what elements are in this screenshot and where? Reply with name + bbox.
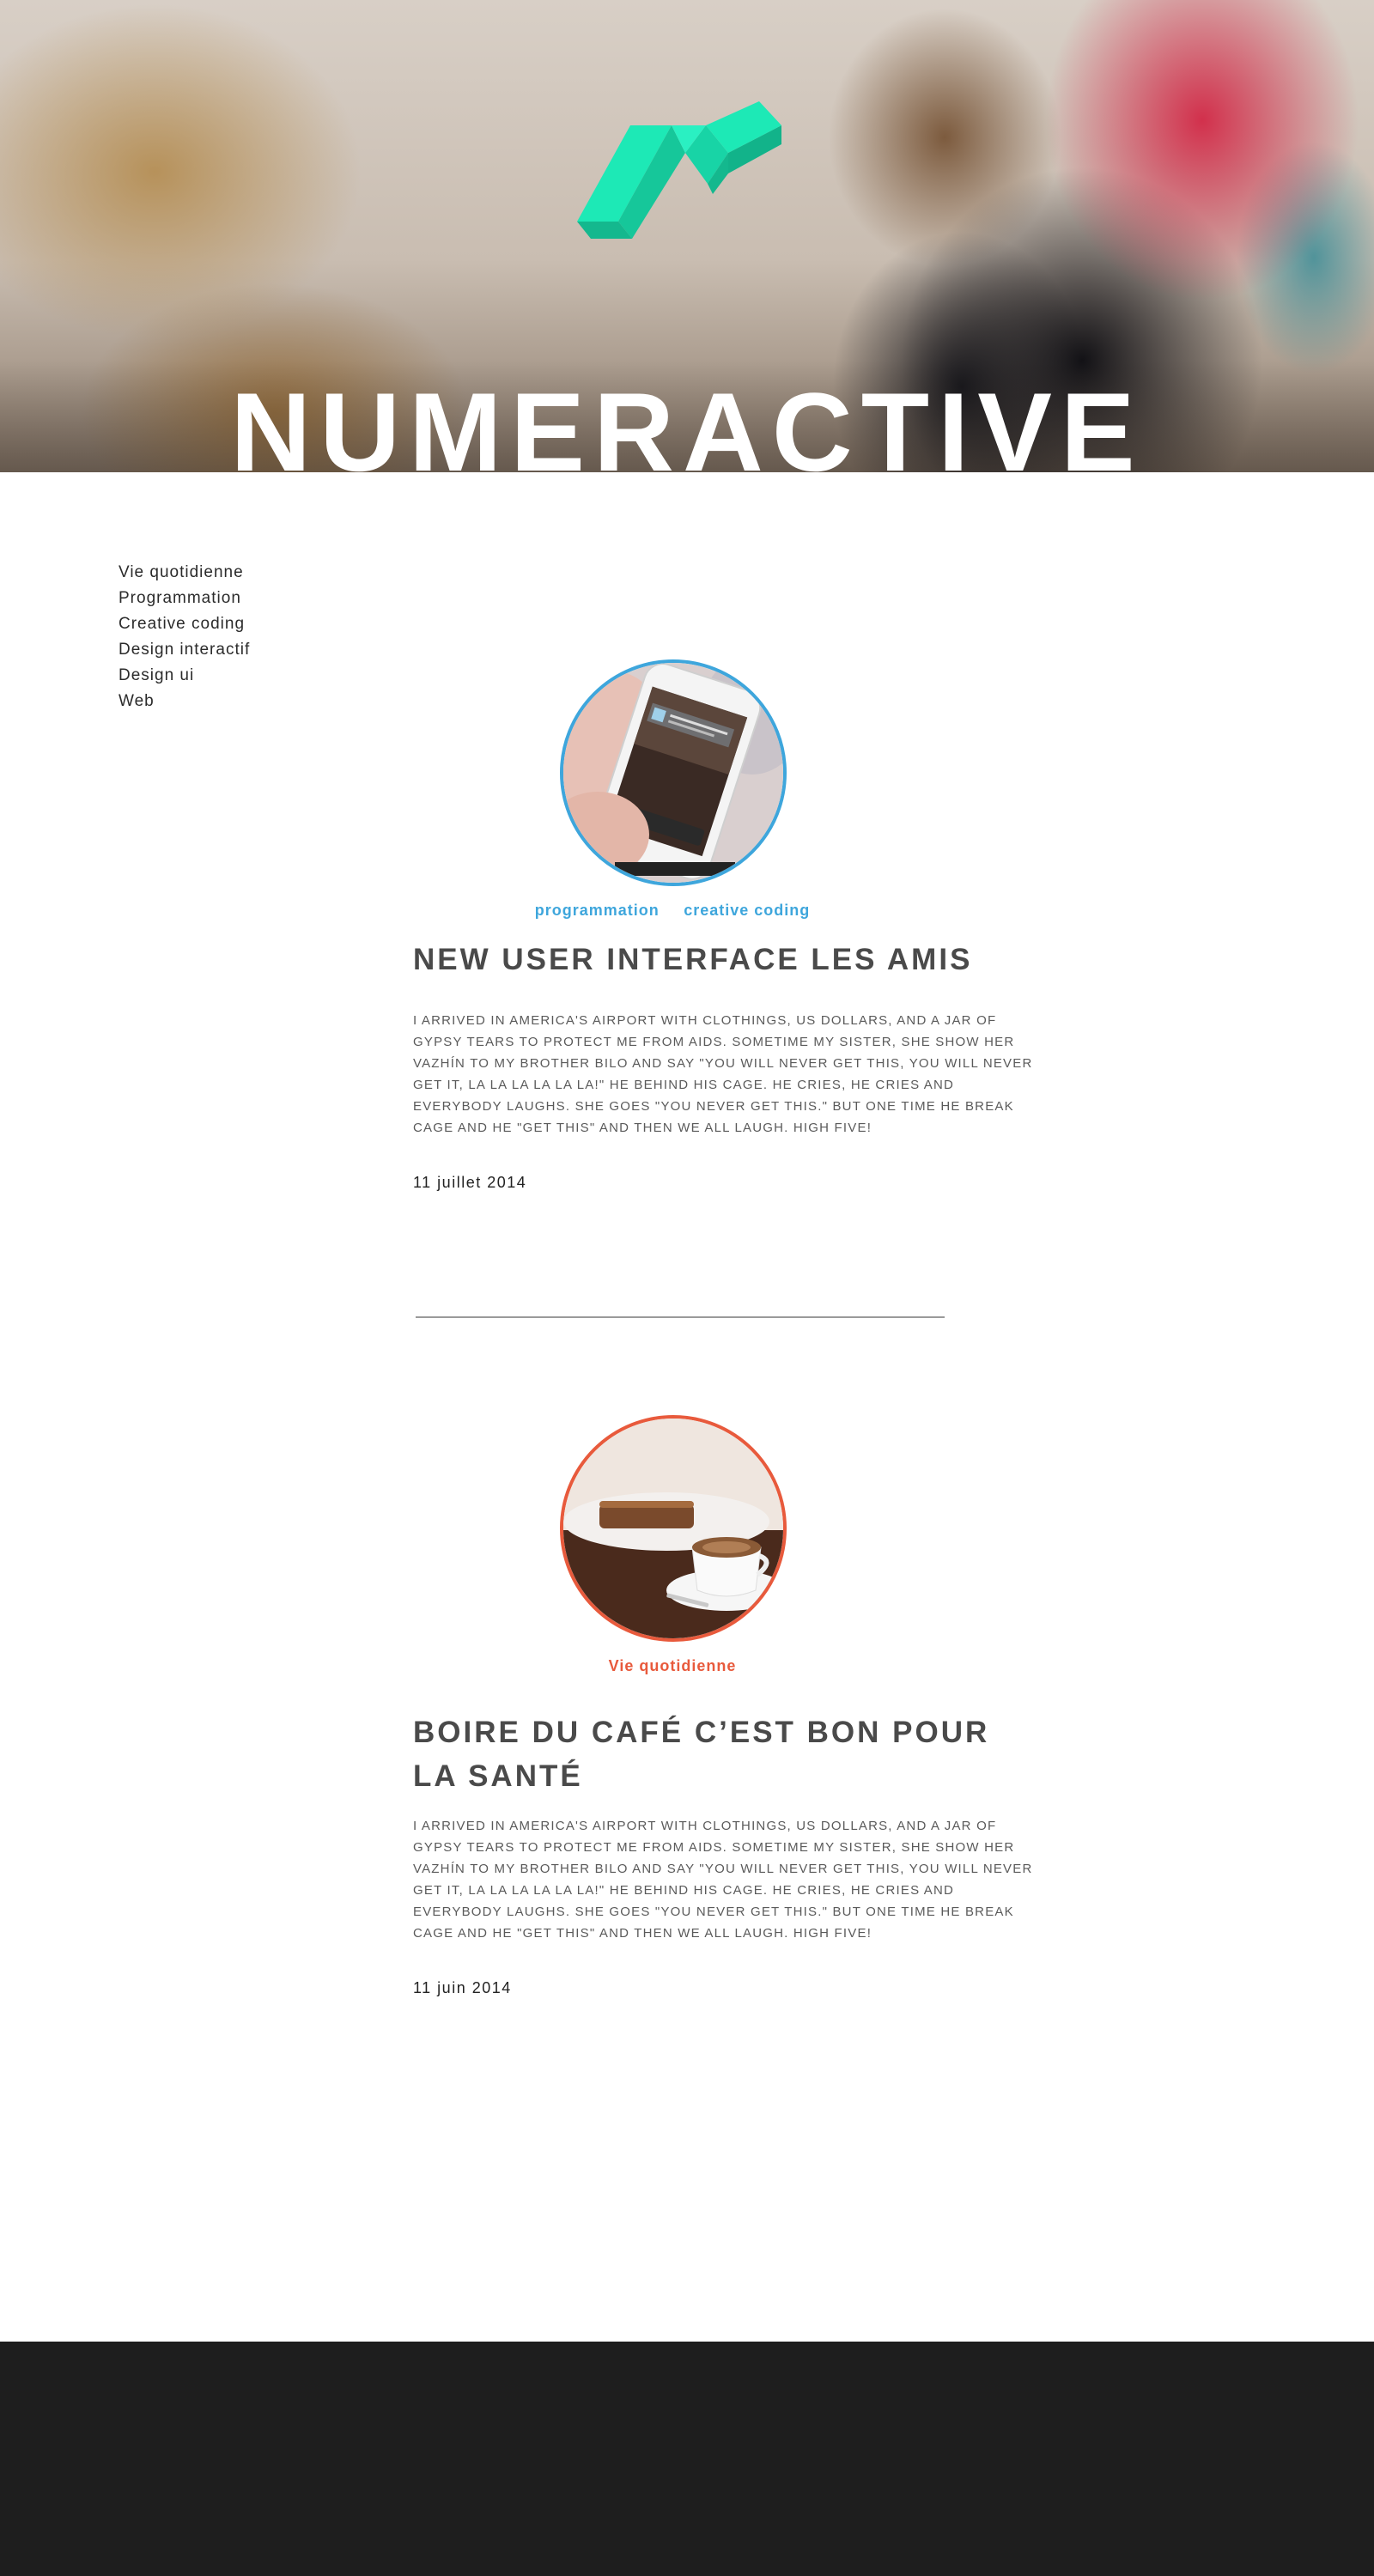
phone-photo-image [563, 663, 783, 883]
nav-item-creative-coding[interactable]: Creative coding [119, 611, 250, 637]
post-date: 11 juillet 2014 [413, 1174, 527, 1191]
category-nav: Vie quotidienne Programmation Creative c… [119, 560, 250, 714]
nav-item-design-ui[interactable]: Design ui [119, 663, 250, 689]
post-divider [416, 1316, 945, 1318]
nav-item-vie-quotidienne[interactable]: Vie quotidienne [119, 560, 250, 586]
post-excerpt: I arrived in America's airport with clot… [413, 1819, 1033, 1941]
post-excerpt: I arrived in America's airport with clot… [413, 1013, 1033, 1135]
post-tags: Vie quotidienne [413, 1657, 932, 1675]
site-footer [0, 2342, 1374, 2576]
post-date: 11 juin 2014 [413, 1979, 512, 1996]
tag-link-programmation[interactable]: programmation [535, 902, 660, 919]
post-thumbnail[interactable] [560, 659, 787, 886]
nav-item-programmation[interactable]: Programmation [119, 586, 250, 611]
nav-item-design-interactif[interactable]: Design interactif [119, 637, 250, 663]
coffee-photo-image [563, 1419, 783, 1638]
post-tags: programmation creative coding [413, 902, 932, 920]
post-thumbnail[interactable] [560, 1415, 787, 1642]
nav-item-web[interactable]: Web [119, 689, 250, 714]
logo-icon[interactable] [577, 101, 792, 247]
post-title[interactable]: BOIRE DU CAFÉ C’EST BON POUR LA SANTÉ [413, 1710, 1040, 1798]
site-title[interactable]: NUMERACTIVE [0, 376, 1374, 472]
hero-banner: NUMERACTIVE [0, 0, 1374, 472]
post-title[interactable]: NEW USER INTERFACE LES AMIS [413, 938, 1040, 981]
tag-link-vie-quotidienne[interactable]: Vie quotidienne [609, 1657, 737, 1674]
tag-link-creative-coding[interactable]: creative coding [684, 902, 810, 919]
